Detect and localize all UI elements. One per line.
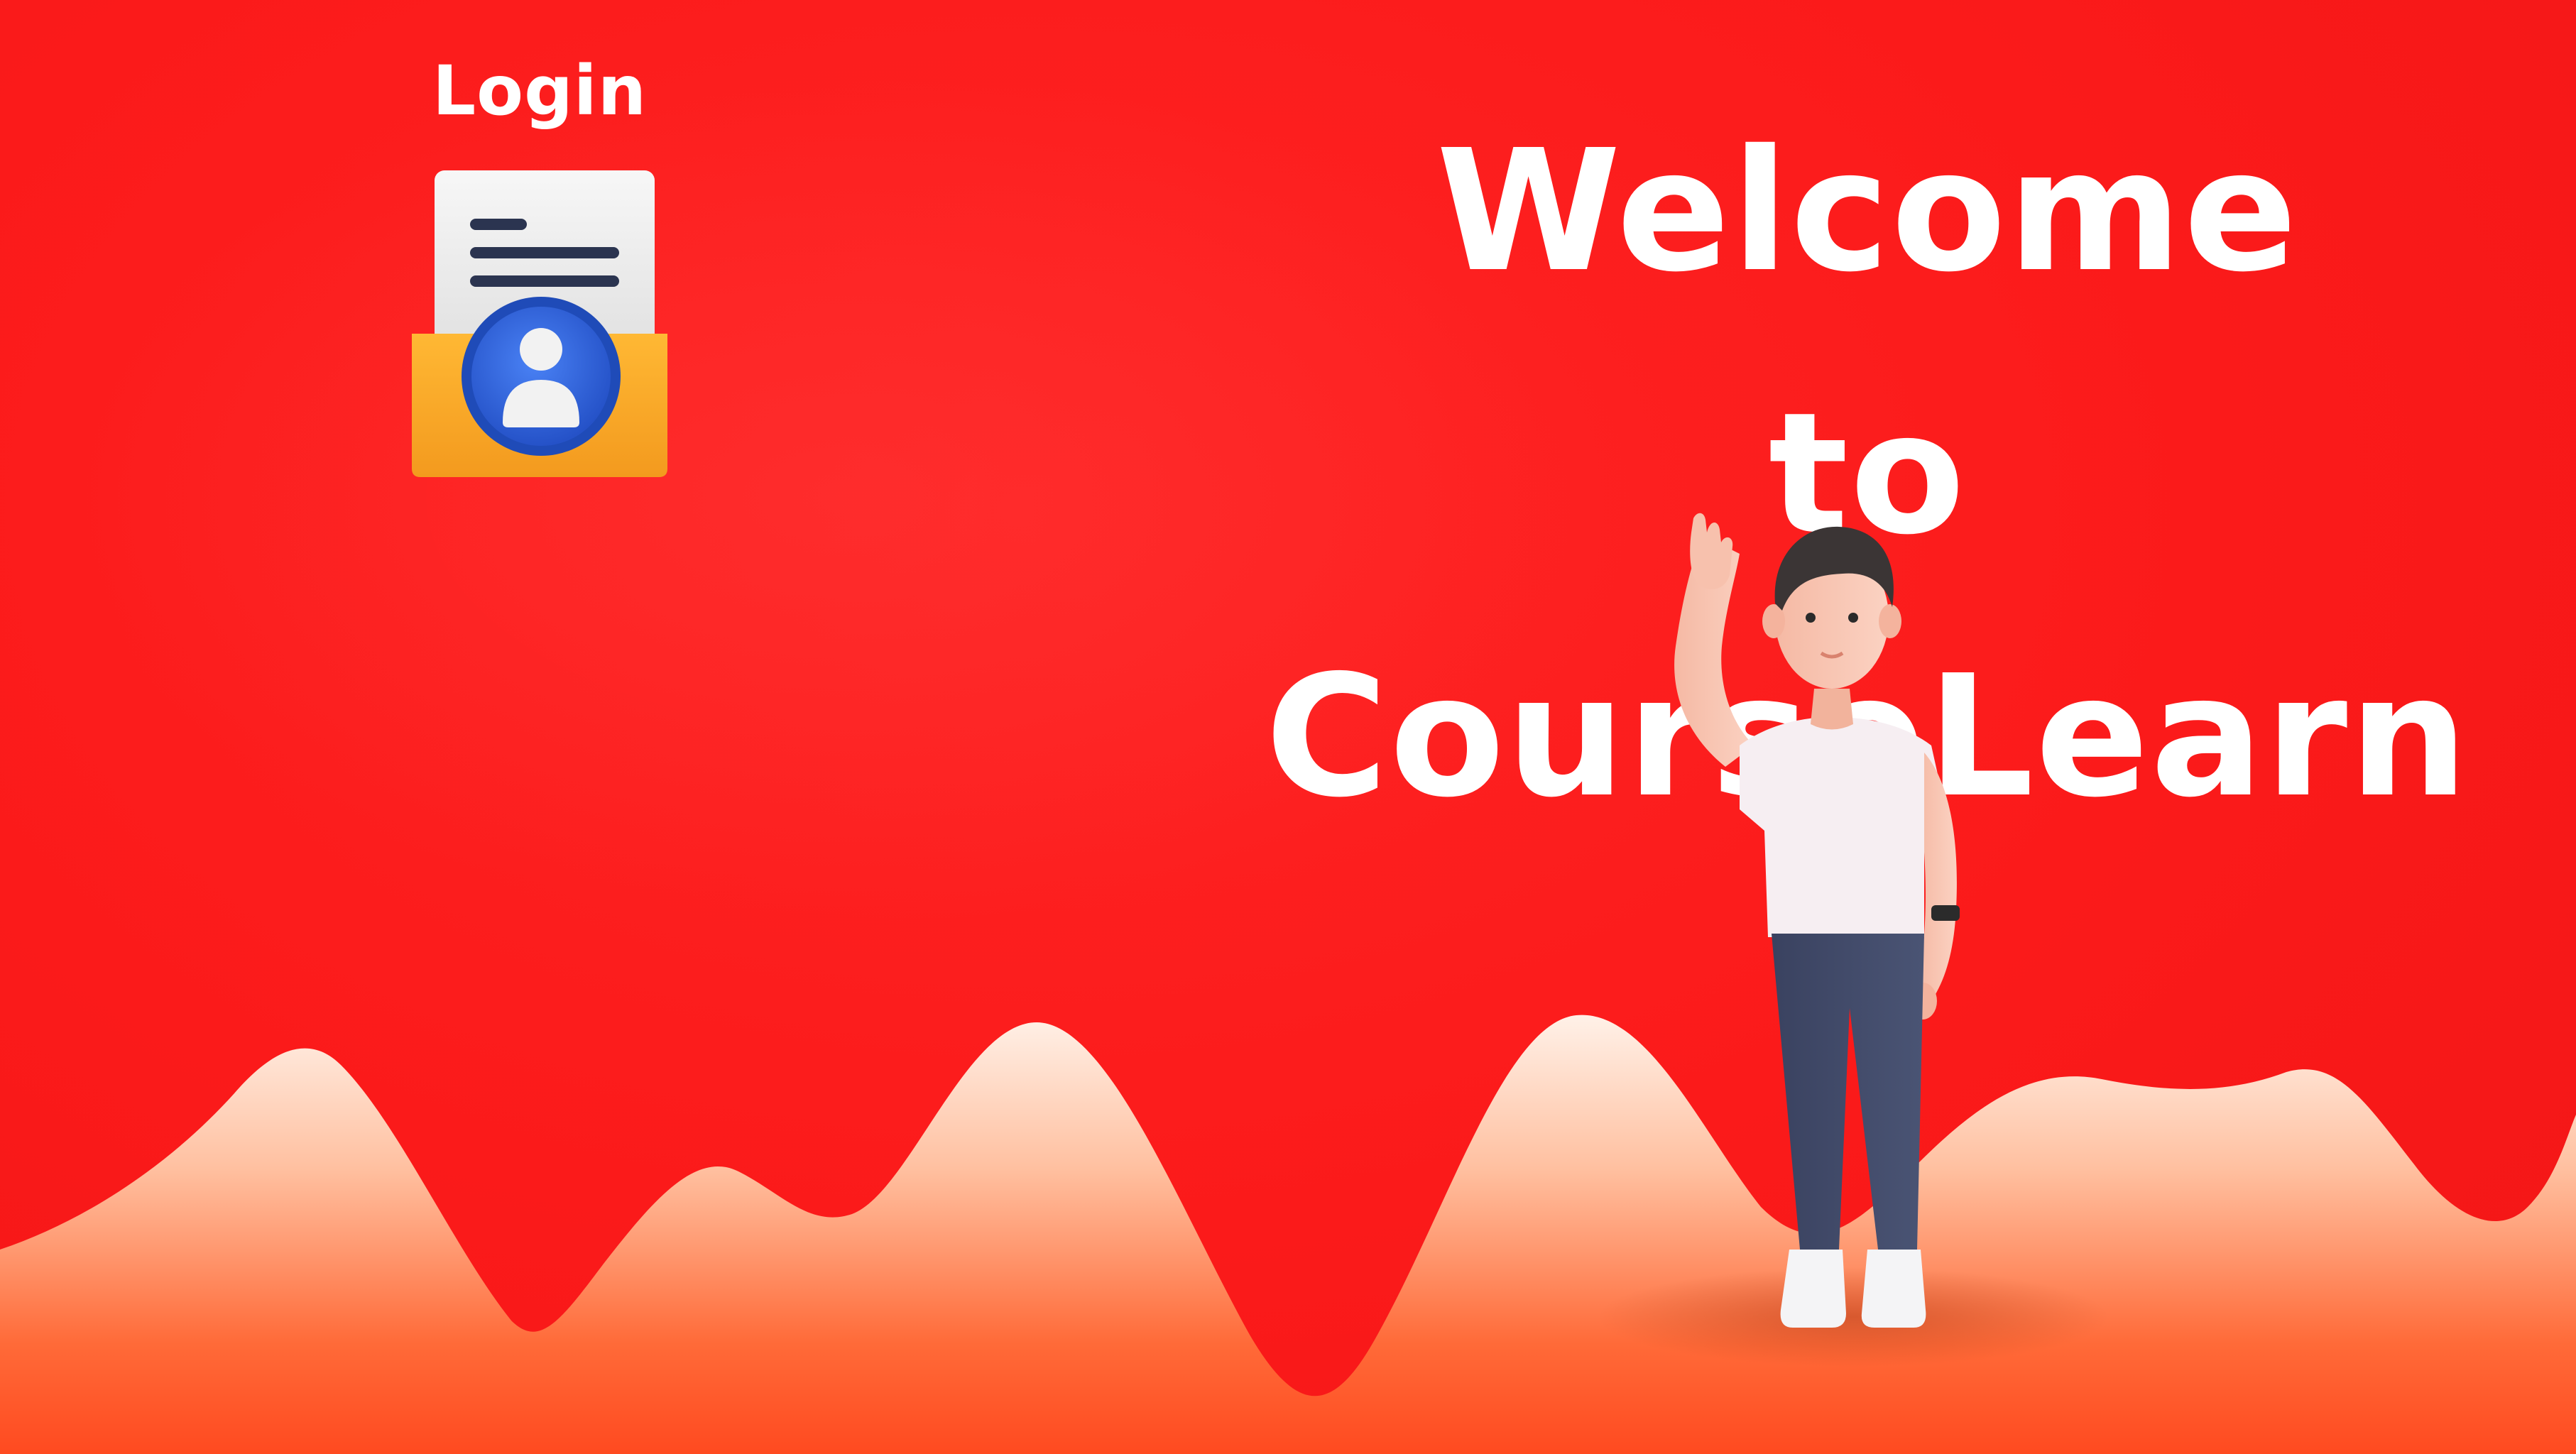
waving-hand: [1690, 513, 1733, 589]
neck: [1811, 689, 1853, 730]
headline-line-1: Welcome: [1436, 114, 2299, 309]
watch: [1931, 905, 1960, 921]
login-document-user-icon[interactable]: [398, 163, 682, 497]
left-shoe: [1780, 1250, 1846, 1328]
right-ear: [1879, 604, 1901, 638]
document-line: [470, 219, 527, 230]
document-line: [470, 247, 619, 258]
right-shoe: [1861, 1250, 1926, 1328]
wave-hills: [0, 1015, 2576, 1454]
login-label[interactable]: Login: [369, 57, 710, 125]
right-eye: [1848, 613, 1858, 623]
user-head-icon: [520, 328, 562, 371]
document-line: [470, 275, 619, 287]
pants: [1772, 934, 1924, 1250]
waving-person-illustration: [1674, 513, 1960, 1328]
shirt: [1740, 717, 1945, 937]
left-eye: [1806, 613, 1816, 623]
welcome-screen: Login Welcome to Cou: [0, 0, 2576, 1454]
